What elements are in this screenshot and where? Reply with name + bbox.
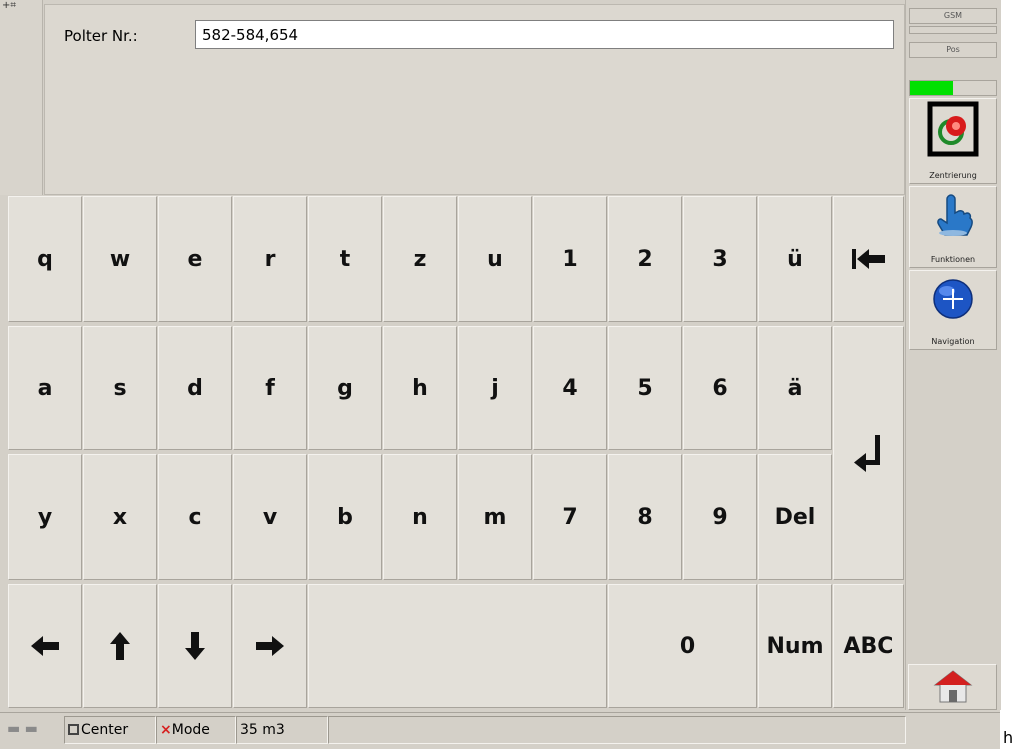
corner-tool-icon[interactable]: +⌗ [2, 0, 16, 11]
key-u-umlaut[interactable]: ü [758, 196, 832, 322]
key-8[interactable]: 8 [608, 454, 682, 580]
key-w[interactable]: w [83, 196, 157, 322]
key-t[interactable]: t [308, 196, 382, 322]
arrow-right-key[interactable] [233, 584, 307, 708]
key-f[interactable]: f [233, 326, 307, 450]
home-button[interactable] [908, 664, 997, 710]
navigation-button[interactable]: Navigation [909, 270, 997, 350]
stray-text: h [1003, 728, 1014, 747]
zentrierung-button[interactable]: Zentrierung [909, 98, 997, 184]
polter-label: Polter Nr.: [64, 27, 138, 45]
polter-number-input[interactable] [195, 20, 894, 49]
home-icon [933, 670, 973, 703]
mode-label: Mode [171, 722, 210, 738]
mode-x-icon: × [160, 722, 172, 738]
signal-strength-fill [910, 81, 953, 95]
key-b[interactable]: b [308, 454, 382, 580]
key-n[interactable]: n [383, 454, 457, 580]
app-window: +⌗ Polter Nr.: q w e r t z u 1 2 3 ü a s… [0, 0, 1001, 749]
status-dashes: ▬ ▬ [7, 721, 38, 737]
key-g[interactable]: g [308, 326, 382, 450]
key-v[interactable]: v [233, 454, 307, 580]
arrow-left-icon [31, 636, 59, 656]
key-q[interactable]: q [8, 196, 82, 322]
arrow-down-icon [185, 632, 205, 660]
arrow-left-key[interactable] [8, 584, 82, 708]
key-0[interactable]: 0 [608, 584, 757, 708]
funktionen-label: Funktionen [930, 255, 976, 264]
delete-key[interactable]: Del [758, 454, 832, 580]
backspace-key[interactable] [833, 196, 904, 322]
space-key[interactable] [308, 584, 607, 708]
key-5[interactable]: 5 [608, 326, 682, 450]
arrow-up-icon [110, 632, 130, 660]
funktionen-button[interactable]: Funktionen [909, 186, 997, 268]
key-6[interactable]: 6 [683, 326, 757, 450]
status-volume: 35 m3 [236, 716, 328, 744]
right-sidebar: GSM Pos Zentrierung Funktionen Navigatio… [905, 0, 1001, 710]
key-m[interactable]: m [458, 454, 532, 580]
center-icon [68, 724, 79, 735]
form-panel: Polter Nr.: [44, 4, 905, 195]
key-s[interactable]: s [83, 326, 157, 450]
key-r[interactable]: r [233, 196, 307, 322]
arrow-up-key[interactable] [83, 584, 157, 708]
status-center[interactable]: Center [64, 716, 156, 744]
hand-icon [937, 194, 973, 236]
signal-strength-bar [909, 80, 997, 96]
key-a-umlaut[interactable]: ä [758, 326, 832, 450]
abc-key[interactable]: ABC [833, 584, 904, 708]
target-icon [927, 101, 979, 157]
key-d[interactable]: d [158, 326, 232, 450]
arrow-down-key[interactable] [158, 584, 232, 708]
key-h[interactable]: h [383, 326, 457, 450]
gsm-indicator: GSM [909, 8, 997, 24]
onscreen-keyboard: q w e r t z u 1 2 3 ü a s d f g h j 4 5 … [8, 196, 904, 711]
status-mode[interactable]: ×Mode [156, 716, 236, 744]
enter-icon [853, 435, 880, 472]
center-label: Center [81, 722, 129, 738]
pos-indicator: Pos [909, 42, 997, 58]
key-y[interactable]: y [8, 454, 82, 580]
key-3[interactable]: 3 [683, 196, 757, 322]
left-strip: +⌗ [0, 0, 43, 195]
globe-icon [933, 279, 973, 319]
backspace-icon [851, 249, 885, 269]
key-2[interactable]: 2 [608, 196, 682, 322]
key-u[interactable]: u [458, 196, 532, 322]
key-4[interactable]: 4 [533, 326, 607, 450]
key-7[interactable]: 7 [533, 454, 607, 580]
key-j[interactable]: j [458, 326, 532, 450]
zentrierung-label: Zentrierung [929, 171, 977, 180]
navigation-label: Navigation [931, 337, 975, 346]
key-e[interactable]: e [158, 196, 232, 322]
status-message [328, 716, 906, 744]
key-z[interactable]: z [383, 196, 457, 322]
enter-key[interactable] [833, 326, 904, 580]
key-a[interactable]: a [8, 326, 82, 450]
gsm-spacer [909, 26, 997, 34]
status-bar: ▬ ▬ Center ×Mode 35 m3 [0, 712, 1000, 749]
arrow-right-icon [256, 636, 284, 656]
key-x[interactable]: x [83, 454, 157, 580]
num-key[interactable]: Num [758, 584, 832, 708]
key-9[interactable]: 9 [683, 454, 757, 580]
key-c[interactable]: c [158, 454, 232, 580]
key-1[interactable]: 1 [533, 196, 607, 322]
